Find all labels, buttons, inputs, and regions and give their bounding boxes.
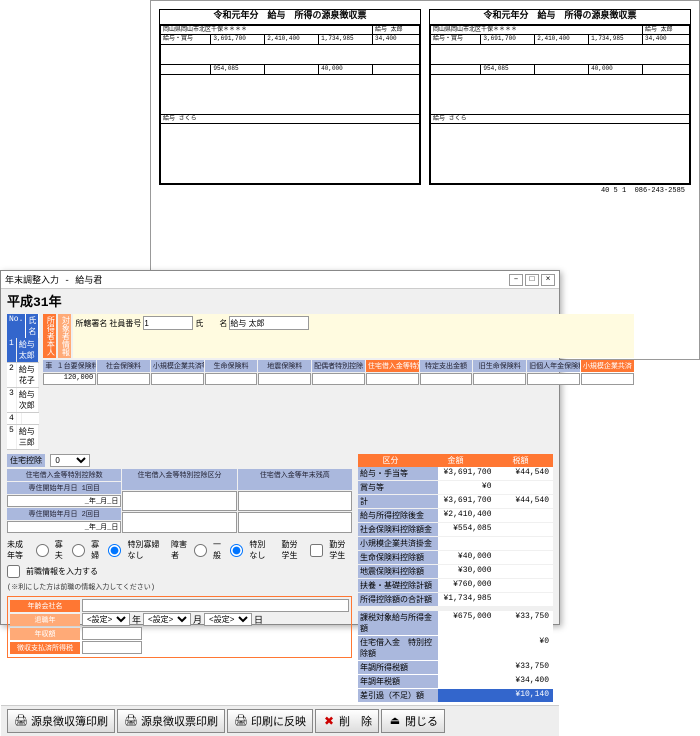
loan-section-label: 住宅控除: [7, 454, 45, 467]
amount-input[interactable]: [473, 373, 526, 385]
print-icon: [14, 714, 28, 728]
amount-input[interactable]: [527, 373, 580, 385]
prev-job-section: 年齢会社名 退職年 <設定>年 <設定>月 <設定>日 年収額 徴収支払済所得税: [7, 596, 352, 658]
emp-no-input[interactable]: [143, 316, 193, 330]
student-check[interactable]: [310, 544, 323, 557]
disability-radio[interactable]: [194, 544, 207, 557]
loan-balance-input[interactable]: [238, 491, 352, 512]
loan-type-input[interactable]: [122, 491, 236, 512]
close-icon: [388, 714, 402, 728]
employee-list: No.氏名 1給与 太郎 2給与 花子 3給与 次郎 4 5給与 三郎: [7, 314, 39, 450]
print-icon: [124, 714, 138, 728]
loan-balance-input[interactable]: [238, 512, 352, 533]
doc-title: 令和元年分 給与 所得の源泉徴収票: [430, 10, 690, 25]
print-slip-button[interactable]: 源泉徴収票印刷: [117, 709, 225, 733]
prev-company-input[interactable]: [82, 599, 349, 612]
widow-radio[interactable]: [36, 544, 49, 557]
retire-day-select[interactable]: <設定>: [204, 613, 252, 626]
widow-radio[interactable]: [108, 544, 121, 557]
print-icon: [234, 714, 248, 728]
close-app-button[interactable]: 閉じる: [381, 709, 445, 733]
date-input[interactable]: _年_月_日: [7, 521, 121, 533]
year-label: 平成31年: [1, 289, 559, 312]
name-input[interactable]: [229, 316, 309, 330]
close-button[interactable]: ×: [541, 274, 555, 286]
amount-input[interactable]: [581, 373, 634, 385]
retire-year-select[interactable]: <設定>: [82, 613, 130, 626]
tab-target[interactable]: 対象者情報: [58, 314, 71, 358]
prev-tax-input[interactable]: [82, 641, 142, 654]
amount-input[interactable]: [312, 373, 365, 385]
print-ledger-button[interactable]: 源泉徴収簿印刷: [7, 709, 115, 733]
date-input[interactable]: _年_月_日: [7, 495, 121, 507]
employee-row[interactable]: 1給与 太郎: [7, 338, 39, 363]
employee-row[interactable]: 5給与 三郎: [7, 425, 39, 450]
amount-input[interactable]: [366, 373, 419, 385]
minimize-button[interactable]: –: [509, 274, 523, 286]
employee-row[interactable]: 4: [7, 413, 39, 425]
retire-month-select[interactable]: <設定>: [143, 613, 191, 626]
doc-title: 令和元年分 給与 所得の源泉徴収票: [160, 10, 420, 25]
amount-input[interactable]: [420, 373, 473, 385]
app-window: 年末調整入力 - 給与君 – □ × 平成31年 No.氏名 1給与 太郎 2給…: [0, 270, 560, 625]
maximize-button[interactable]: □: [525, 274, 539, 286]
delete-icon: [322, 714, 336, 728]
disability-radio[interactable]: [230, 544, 243, 557]
window-title: 年末調整入力 - 給与君: [5, 273, 102, 286]
withholding-slip-left: 令和元年分 給与 所得の源泉徴収票 岡山県岡山市北区千保＊＊＊＊給与 太郎 給与…: [159, 9, 421, 185]
calculation-panel: 区分金額税額 給与・手当等¥3,691,700¥44,540賞与等¥0計¥3,6…: [358, 454, 553, 703]
prev-job-check[interactable]: [7, 565, 20, 578]
button-bar: 源泉徴収簿印刷 源泉徴収票印刷 印刷に反映 削 除 閉じる: [1, 705, 559, 736]
reflect-print-button[interactable]: 印刷に反映: [227, 709, 313, 733]
amount-input[interactable]: [258, 373, 311, 385]
amount-input[interactable]: [205, 373, 258, 385]
loan-type-input[interactable]: [122, 512, 236, 533]
amount-input[interactable]: [151, 373, 204, 385]
delete-button[interactable]: 削 除: [315, 709, 379, 733]
prev-income-input[interactable]: [82, 627, 142, 640]
employee-row[interactable]: 2給与 花子: [7, 363, 39, 388]
titlebar: 年末調整入力 - 給与君 – □ ×: [1, 271, 559, 289]
widow-radio[interactable]: [72, 544, 85, 557]
amount-input[interactable]: [97, 373, 150, 385]
amount-input[interactable]: 120,000: [43, 373, 96, 385]
tab-person[interactable]: 所得者本人: [43, 314, 56, 358]
withholding-slip-right: 令和元年分 給与 所得の源泉徴収票 岡山県岡山市北区千保＊＊＊＊給与 太郎 給与…: [429, 9, 691, 185]
employee-row[interactable]: 3給与 次郎: [7, 388, 39, 413]
loan-count-select[interactable]: 0: [50, 454, 90, 467]
